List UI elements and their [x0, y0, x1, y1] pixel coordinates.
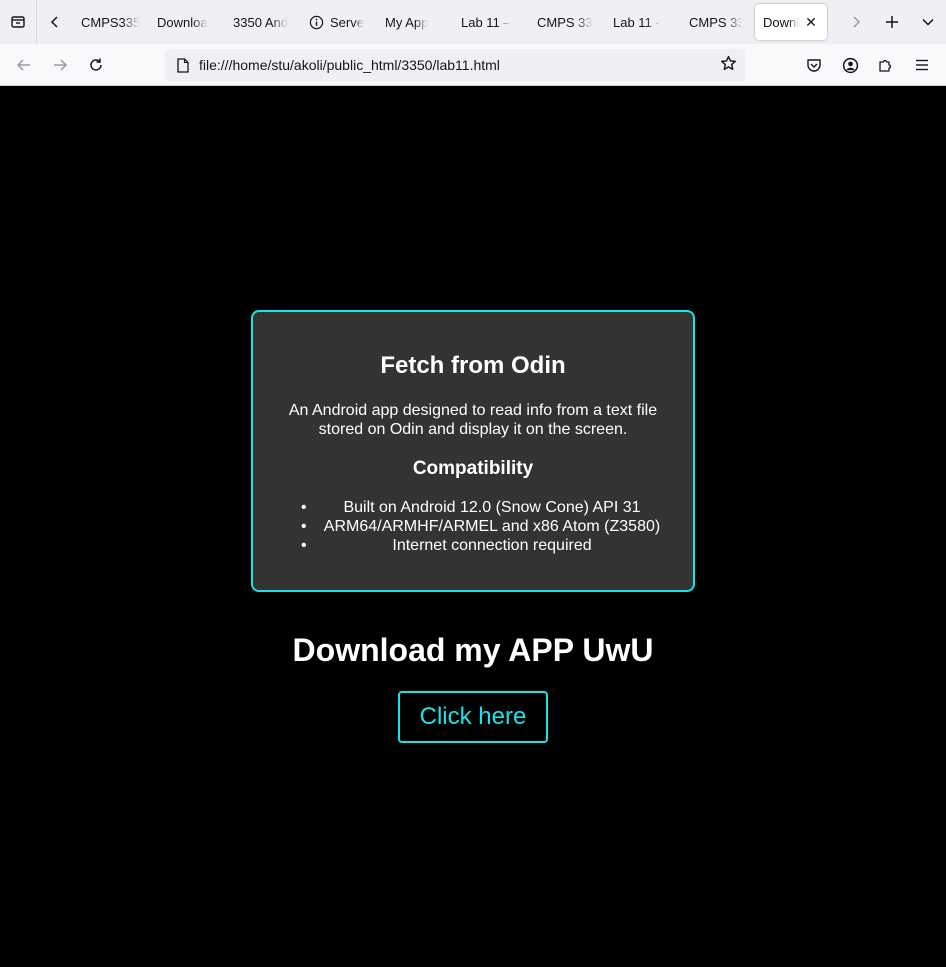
download-heading: Download my APP UwU: [292, 632, 654, 668]
tab-label: Lab 11 –: [461, 14, 511, 30]
tab-0[interactable]: CMPS335: [73, 4, 149, 40]
info-icon: [309, 15, 324, 29]
chevron-down-icon: [922, 18, 934, 26]
account-button[interactable]: [832, 49, 868, 81]
tab-label: Downl: [763, 14, 800, 30]
app-info-card: Fetch from Odin An Android app designed …: [251, 310, 695, 592]
pocket-button[interactable]: [796, 49, 832, 81]
tab-label: 3350 And: [233, 14, 288, 30]
hamburger-menu-icon: [916, 59, 928, 71]
back-button[interactable]: [6, 49, 42, 81]
tab-strip: CMPS335 Downloa 3350 And Serve My App La…: [73, 0, 838, 44]
list-item: • Internet connection required: [301, 536, 663, 555]
close-tab-icon[interactable]: ✕: [805, 14, 817, 31]
firefox-view-button[interactable]: [0, 4, 36, 40]
tab-label: CMPS 33: [689, 14, 743, 30]
tab-label: CMPS335: [81, 14, 141, 30]
tab-1[interactable]: Downloa: [149, 4, 225, 40]
list-item: • Built on Android 12.0 (Snow Cone) API 3…: [301, 498, 663, 517]
pocket-icon: [807, 59, 821, 72]
list-item-text: ARM64/ARMHF/ARMEL and x86 Atom (Z3580): [323, 518, 661, 535]
tab-9-active[interactable]: Downl ✕: [755, 4, 827, 40]
bookmark-star-icon[interactable]: [720, 55, 737, 77]
list-item-text: Built on Android 12.0 (Snow Cone) API 31: [343, 499, 641, 516]
compatibility-list: • Built on Android 12.0 (Snow Cone) API 3…: [301, 498, 663, 555]
tab-label: Downloa: [157, 14, 208, 30]
tab-8[interactable]: CMPS 33: [681, 4, 751, 40]
page-content: Fetch from Odin An Android app designed …: [0, 86, 946, 967]
bullet-icon: •: [301, 518, 307, 535]
arrow-right-icon: [54, 58, 68, 71]
url-text: file:///home/stu/akoli/public_html/3350/…: [199, 57, 500, 73]
tab-label: CMPS 33: [537, 14, 593, 30]
account-icon: [842, 57, 858, 73]
firefox-view-icon: [11, 16, 25, 28]
extensions-button[interactable]: [868, 49, 904, 81]
chevron-right-icon: [853, 16, 861, 28]
toolbar-right: [796, 49, 940, 81]
tab-label: Lab 11 -: [613, 14, 660, 30]
page-icon: [173, 57, 193, 73]
tab-bar: CMPS335 Downloa 3350 And Serve My App La…: [0, 0, 946, 44]
list-item: • ARM64/ARMHF/ARMEL and x86 Atom (Z3580): [301, 517, 663, 536]
bullet-icon: •: [301, 537, 307, 554]
list-all-tabs-button[interactable]: [910, 4, 946, 40]
compatibility-heading: Compatibility: [412, 458, 534, 479]
tab-5[interactable]: Lab 11 –: [453, 4, 529, 40]
tab-4[interactable]: My App: [377, 4, 453, 40]
forward-button[interactable]: [42, 49, 78, 81]
tab-7[interactable]: Lab 11 -: [605, 4, 681, 40]
scroll-tabs-left-button[interactable]: [37, 4, 73, 40]
list-item-text: Internet connection required: [392, 537, 592, 554]
bullet-icon: •: [301, 499, 307, 516]
tab-label: My App: [385, 14, 429, 30]
scroll-tabs-right-button[interactable]: [838, 4, 874, 40]
new-tab-button[interactable]: [874, 4, 910, 40]
arrow-left-icon: [16, 58, 30, 71]
plus-icon: [886, 16, 898, 28]
tab-3[interactable]: Serve: [301, 4, 377, 40]
menu-button[interactable]: [904, 49, 940, 81]
reload-button[interactable]: [78, 49, 114, 81]
tab-label: Serve: [330, 14, 364, 30]
download-button[interactable]: Click here: [398, 691, 548, 743]
card-title: Fetch from Odin: [380, 352, 566, 379]
reload-icon: [90, 58, 102, 71]
card-description: An Android app designed to read info fro…: [288, 402, 658, 438]
url-bar[interactable]: file:///home/stu/akoli/public_html/3350/…: [165, 49, 745, 81]
navigation-bar: file:///home/stu/akoli/public_html/3350/…: [0, 44, 946, 86]
puzzle-icon: [879, 59, 892, 72]
tab-6[interactable]: CMPS 33: [529, 4, 605, 40]
chevron-left-icon: [50, 16, 58, 28]
tab-2[interactable]: 3350 And: [225, 4, 301, 40]
